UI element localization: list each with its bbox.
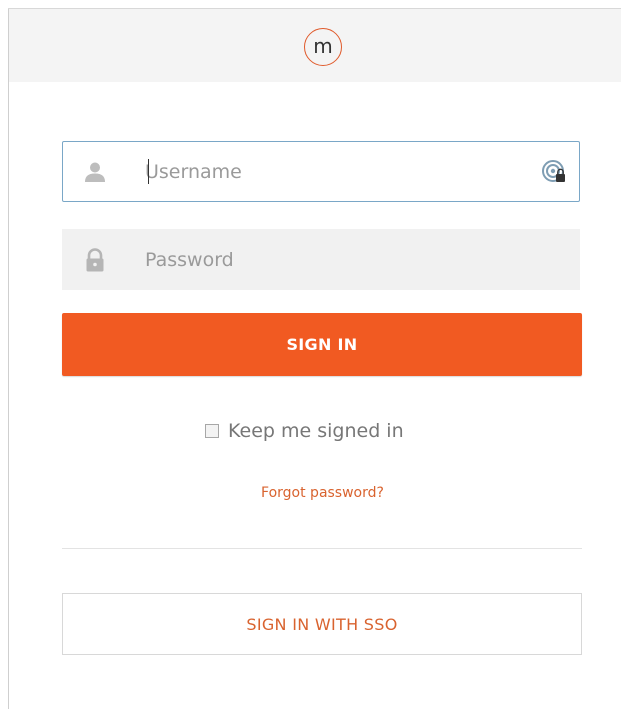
username-field[interactable] [62, 141, 580, 202]
sign-in-with-sso-button[interactable]: SIGN IN WITH SSO [62, 593, 582, 655]
lock-icon [86, 248, 104, 272]
username-input[interactable] [145, 142, 525, 201]
brand-logo-icon: m [304, 28, 342, 66]
divider [62, 548, 582, 549]
window-left-border [8, 8, 9, 709]
keep-signed-in-label: Keep me signed in [228, 420, 404, 442]
login-page: m SIGN IN Keep me signed in Forgo [0, 0, 621, 709]
keep-signed-in-checkbox[interactable]: Keep me signed in [205, 418, 404, 444]
checkbox-box[interactable] [205, 424, 219, 438]
sign-in-button[interactable]: SIGN IN [62, 313, 582, 376]
user-icon [85, 162, 105, 182]
password-input[interactable] [145, 230, 525, 289]
text-cursor [148, 159, 149, 184]
forgot-password-link[interactable]: Forgot password? [0, 485, 621, 501]
password-manager-icon[interactable] [541, 159, 567, 185]
logo-letter: m [313, 34, 333, 58]
password-field[interactable] [62, 229, 580, 290]
